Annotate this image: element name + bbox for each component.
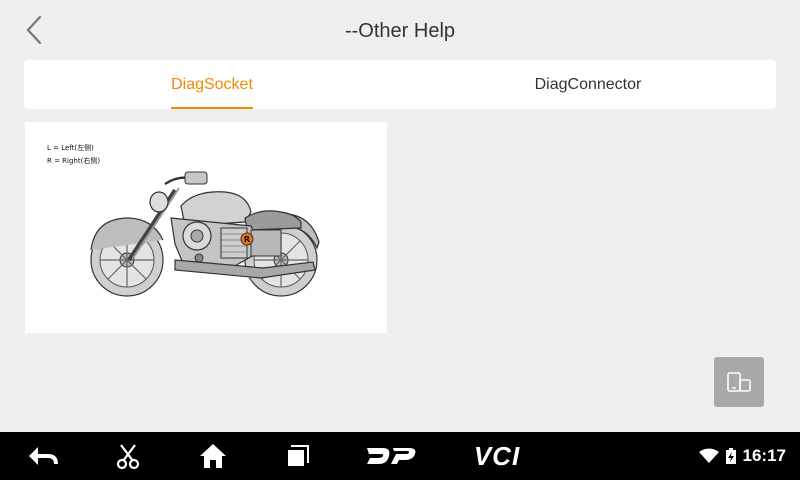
nav-back-button[interactable] — [22, 432, 64, 480]
system-navbar: VCI 16:17 — [0, 432, 800, 480]
nav-home-button[interactable] — [196, 432, 230, 480]
tab-bar: DiagSocket DiagConnector — [24, 60, 776, 109]
wifi-icon — [698, 448, 719, 463]
status-area: 16:17 — [698, 432, 786, 480]
nav-dp-button[interactable] — [362, 432, 420, 480]
vci-logo: VCI — [473, 440, 521, 471]
page-title: --Other Help — [344, 20, 456, 42]
scissors-icon — [116, 444, 140, 470]
diag-socket-marker-label: R — [244, 235, 250, 244]
switch-view-button[interactable] — [714, 357, 764, 407]
home-icon — [200, 444, 226, 468]
nav-vci-button[interactable]: VCI — [468, 432, 526, 480]
switch-view-icon — [727, 372, 751, 392]
diagsocket-image-card[interactable]: L = Left(左侧) R = Right(右侧) R — [25, 122, 387, 333]
tab-diagsocket[interactable]: DiagSocket — [24, 60, 400, 109]
header: --Other Help — [0, 0, 800, 60]
clock: 16:17 — [742, 446, 786, 465]
recents-icon — [288, 445, 309, 466]
nav-screenshot-button[interactable] — [110, 432, 146, 480]
back-arrow-icon — [29, 447, 58, 465]
tab-label: DiagConnector — [534, 75, 642, 93]
active-tab-indicator — [171, 107, 253, 109]
motorcycle-illustration: R — [90, 171, 320, 297]
dp-logo — [367, 448, 416, 464]
battery-charging-icon — [725, 448, 736, 464]
tab-diagconnector[interactable]: DiagConnector — [400, 60, 776, 109]
tab-label: DiagSocket — [171, 75, 253, 93]
nav-recents-button[interactable] — [282, 432, 314, 480]
